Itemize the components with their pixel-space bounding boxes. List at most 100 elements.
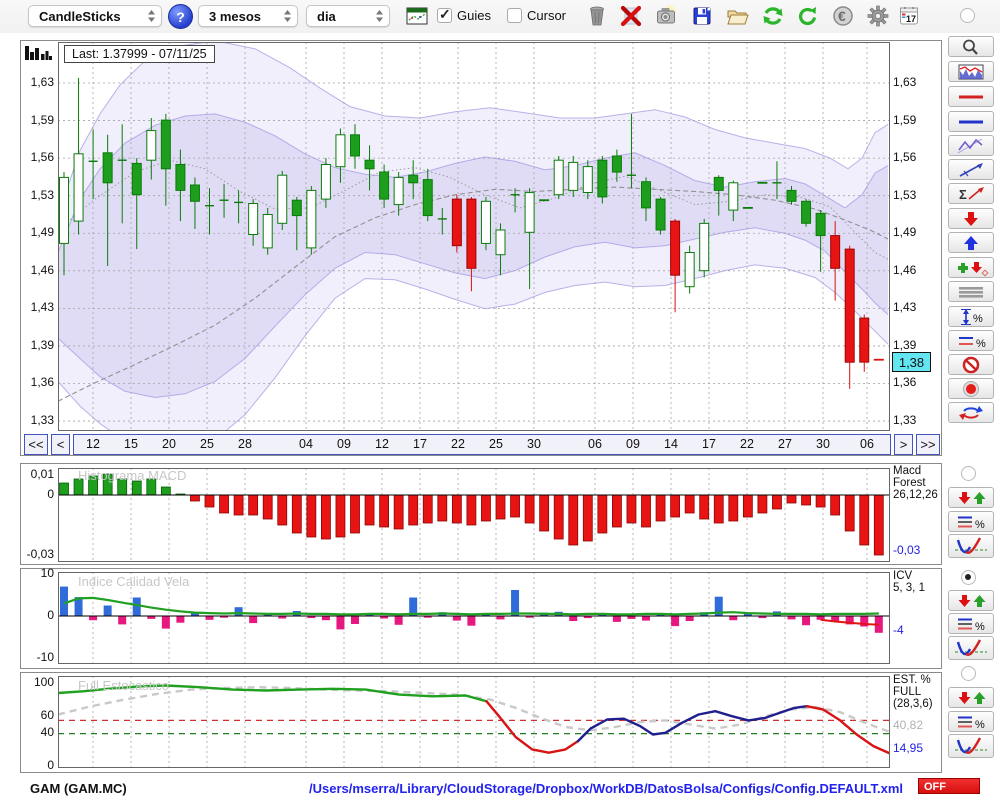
disable-button[interactable] bbox=[948, 354, 994, 375]
cursor-checkbox-box[interactable] bbox=[507, 8, 522, 23]
period-value: 3 mesos bbox=[209, 8, 262, 24]
settings-button[interactable] bbox=[865, 4, 891, 30]
open-folder-icon bbox=[727, 10, 749, 25]
help-button[interactable]: ? bbox=[168, 4, 193, 29]
scroll-far-left-button[interactable]: << bbox=[24, 434, 48, 455]
price-axis-tick-left: 1,59 bbox=[30, 112, 54, 127]
x-axis-date-label: 27 bbox=[778, 437, 792, 451]
record-icon bbox=[963, 380, 979, 397]
sigma-trend-button[interactable]: Σ bbox=[948, 183, 994, 204]
price-axis-tick-left: 1,46 bbox=[30, 262, 54, 277]
macd-title: Histograma MACD bbox=[78, 468, 187, 483]
trendline-arrow-icon bbox=[959, 162, 983, 177]
lines-percent-icon: % bbox=[958, 716, 985, 731]
x-axis-date-label: 04 bbox=[299, 437, 313, 451]
stoch-wave-button[interactable] bbox=[948, 734, 994, 758]
undo-icon bbox=[798, 7, 817, 26]
main-price-chart[interactable] bbox=[58, 42, 890, 431]
main-chart-radio[interactable] bbox=[960, 8, 975, 23]
price-axis-tick-left: 1,36 bbox=[30, 375, 54, 390]
macd-arrows-button[interactable] bbox=[948, 487, 994, 508]
panel-macd-radio[interactable] bbox=[961, 466, 976, 481]
panel-icv-radio[interactable] bbox=[961, 570, 976, 585]
x-axis-date-label: 22 bbox=[451, 437, 465, 451]
icv-lines-percent-button[interactable]: % bbox=[948, 613, 994, 634]
trendline-tool-button[interactable] bbox=[948, 159, 994, 180]
lines-percent-icon: % bbox=[958, 516, 985, 531]
x-axis-date-label: 14 bbox=[664, 437, 678, 451]
search-icon bbox=[963, 39, 978, 55]
stoch-info-line1: EST. % bbox=[893, 674, 931, 686]
zigzag-tool-button[interactable] bbox=[948, 135, 994, 156]
swap-refresh-button[interactable] bbox=[948, 402, 994, 423]
stoch-title: Full Estocastico bbox=[78, 678, 170, 693]
record-button[interactable] bbox=[948, 378, 994, 399]
icv-last-value: -4 bbox=[893, 623, 904, 637]
x-axis-date-label: 12 bbox=[86, 437, 100, 451]
macd-last-value: -0,03 bbox=[893, 543, 921, 557]
price-axis-tick-right: 1,33 bbox=[893, 413, 917, 428]
chart-type-select[interactable]: CandleSticks bbox=[28, 5, 162, 27]
sigma-trend-icon: Σ bbox=[959, 186, 984, 202]
delete-button[interactable] bbox=[618, 4, 644, 30]
chart-window-icon bbox=[406, 7, 428, 24]
interval-value: dia bbox=[317, 8, 336, 24]
save-button[interactable] bbox=[689, 4, 715, 30]
undo-button[interactable] bbox=[795, 4, 821, 30]
range-percent-button[interactable]: % bbox=[948, 306, 994, 327]
panel-stoch-radio[interactable] bbox=[961, 666, 976, 681]
icv-wave-button[interactable] bbox=[948, 636, 994, 660]
refresh-icon bbox=[763, 7, 783, 25]
icv-title: Indice Calidad Vela bbox=[78, 574, 190, 589]
period-select[interactable]: 3 mesos bbox=[198, 5, 298, 27]
x-axis-date-label: 09 bbox=[337, 437, 351, 451]
stochastic-chart[interactable] bbox=[58, 676, 890, 768]
scroll-left-button[interactable]: < bbox=[51, 434, 70, 455]
x-axis-date-label: 20 bbox=[162, 437, 176, 451]
guies-label: Guies bbox=[457, 8, 491, 23]
icv-info-line2: 5, 3, 1 bbox=[893, 582, 925, 594]
lines-percent-button[interactable]: % bbox=[948, 330, 994, 351]
current-price-tag: 1,38 bbox=[892, 352, 931, 372]
no-entry-icon bbox=[962, 356, 980, 373]
blue-line-icon bbox=[959, 120, 983, 123]
trash-button[interactable] bbox=[584, 4, 610, 30]
buy-arrow-button[interactable] bbox=[948, 232, 994, 253]
price-axis-tick-left: 1,43 bbox=[30, 300, 54, 315]
guies-checkbox-box[interactable] bbox=[437, 6, 452, 23]
stoch-info-line2: FULL bbox=[893, 686, 922, 698]
snapshot-button[interactable] bbox=[653, 4, 679, 30]
icv-arrows-button[interactable] bbox=[948, 590, 994, 611]
guies-checkbox[interactable]: Guies bbox=[437, 6, 491, 23]
x-axis-date-label: 15 bbox=[124, 437, 138, 451]
svg-text:%: % bbox=[975, 621, 985, 633]
open-button[interactable] bbox=[724, 4, 750, 30]
scroll-right-button[interactable]: > bbox=[894, 434, 913, 455]
euro-icon: € bbox=[833, 6, 853, 26]
stoch-arrows-button[interactable] bbox=[948, 687, 994, 708]
x-axis-date-label: 30 bbox=[816, 437, 830, 451]
cursor-checkbox[interactable]: Cursor bbox=[507, 8, 566, 23]
indicator-chart-button[interactable] bbox=[948, 61, 994, 82]
price-axis-tick-right: 1,43 bbox=[893, 300, 917, 315]
zoom-tool-button[interactable] bbox=[948, 36, 994, 57]
off-toggle-badge[interactable]: OFF bbox=[918, 778, 980, 794]
add-signal-button[interactable] bbox=[948, 257, 994, 278]
list-button[interactable] bbox=[948, 281, 994, 302]
chart-window-button[interactable] bbox=[404, 4, 430, 30]
scroll-far-right-button[interactable]: >> bbox=[916, 434, 940, 455]
help-label: ? bbox=[176, 8, 185, 25]
interval-select[interactable]: dia bbox=[306, 5, 390, 27]
refresh-button[interactable] bbox=[760, 4, 786, 30]
red-line-tool-button[interactable] bbox=[948, 86, 994, 107]
sell-arrow-button[interactable] bbox=[948, 208, 994, 229]
save-floppy-icon bbox=[693, 7, 711, 25]
euro-button[interactable]: € bbox=[830, 4, 856, 30]
macd-wave-button[interactable] bbox=[948, 534, 994, 558]
macd-lines-percent-button[interactable]: % bbox=[948, 511, 994, 532]
macd-info-line1: Macd bbox=[893, 465, 922, 477]
blue-line-tool-button[interactable] bbox=[948, 111, 994, 132]
calendar-button[interactable]: 17 bbox=[896, 4, 922, 30]
icv-axis-tick: 10 bbox=[40, 566, 54, 580]
stoch-lines-percent-button[interactable]: % bbox=[948, 711, 994, 732]
